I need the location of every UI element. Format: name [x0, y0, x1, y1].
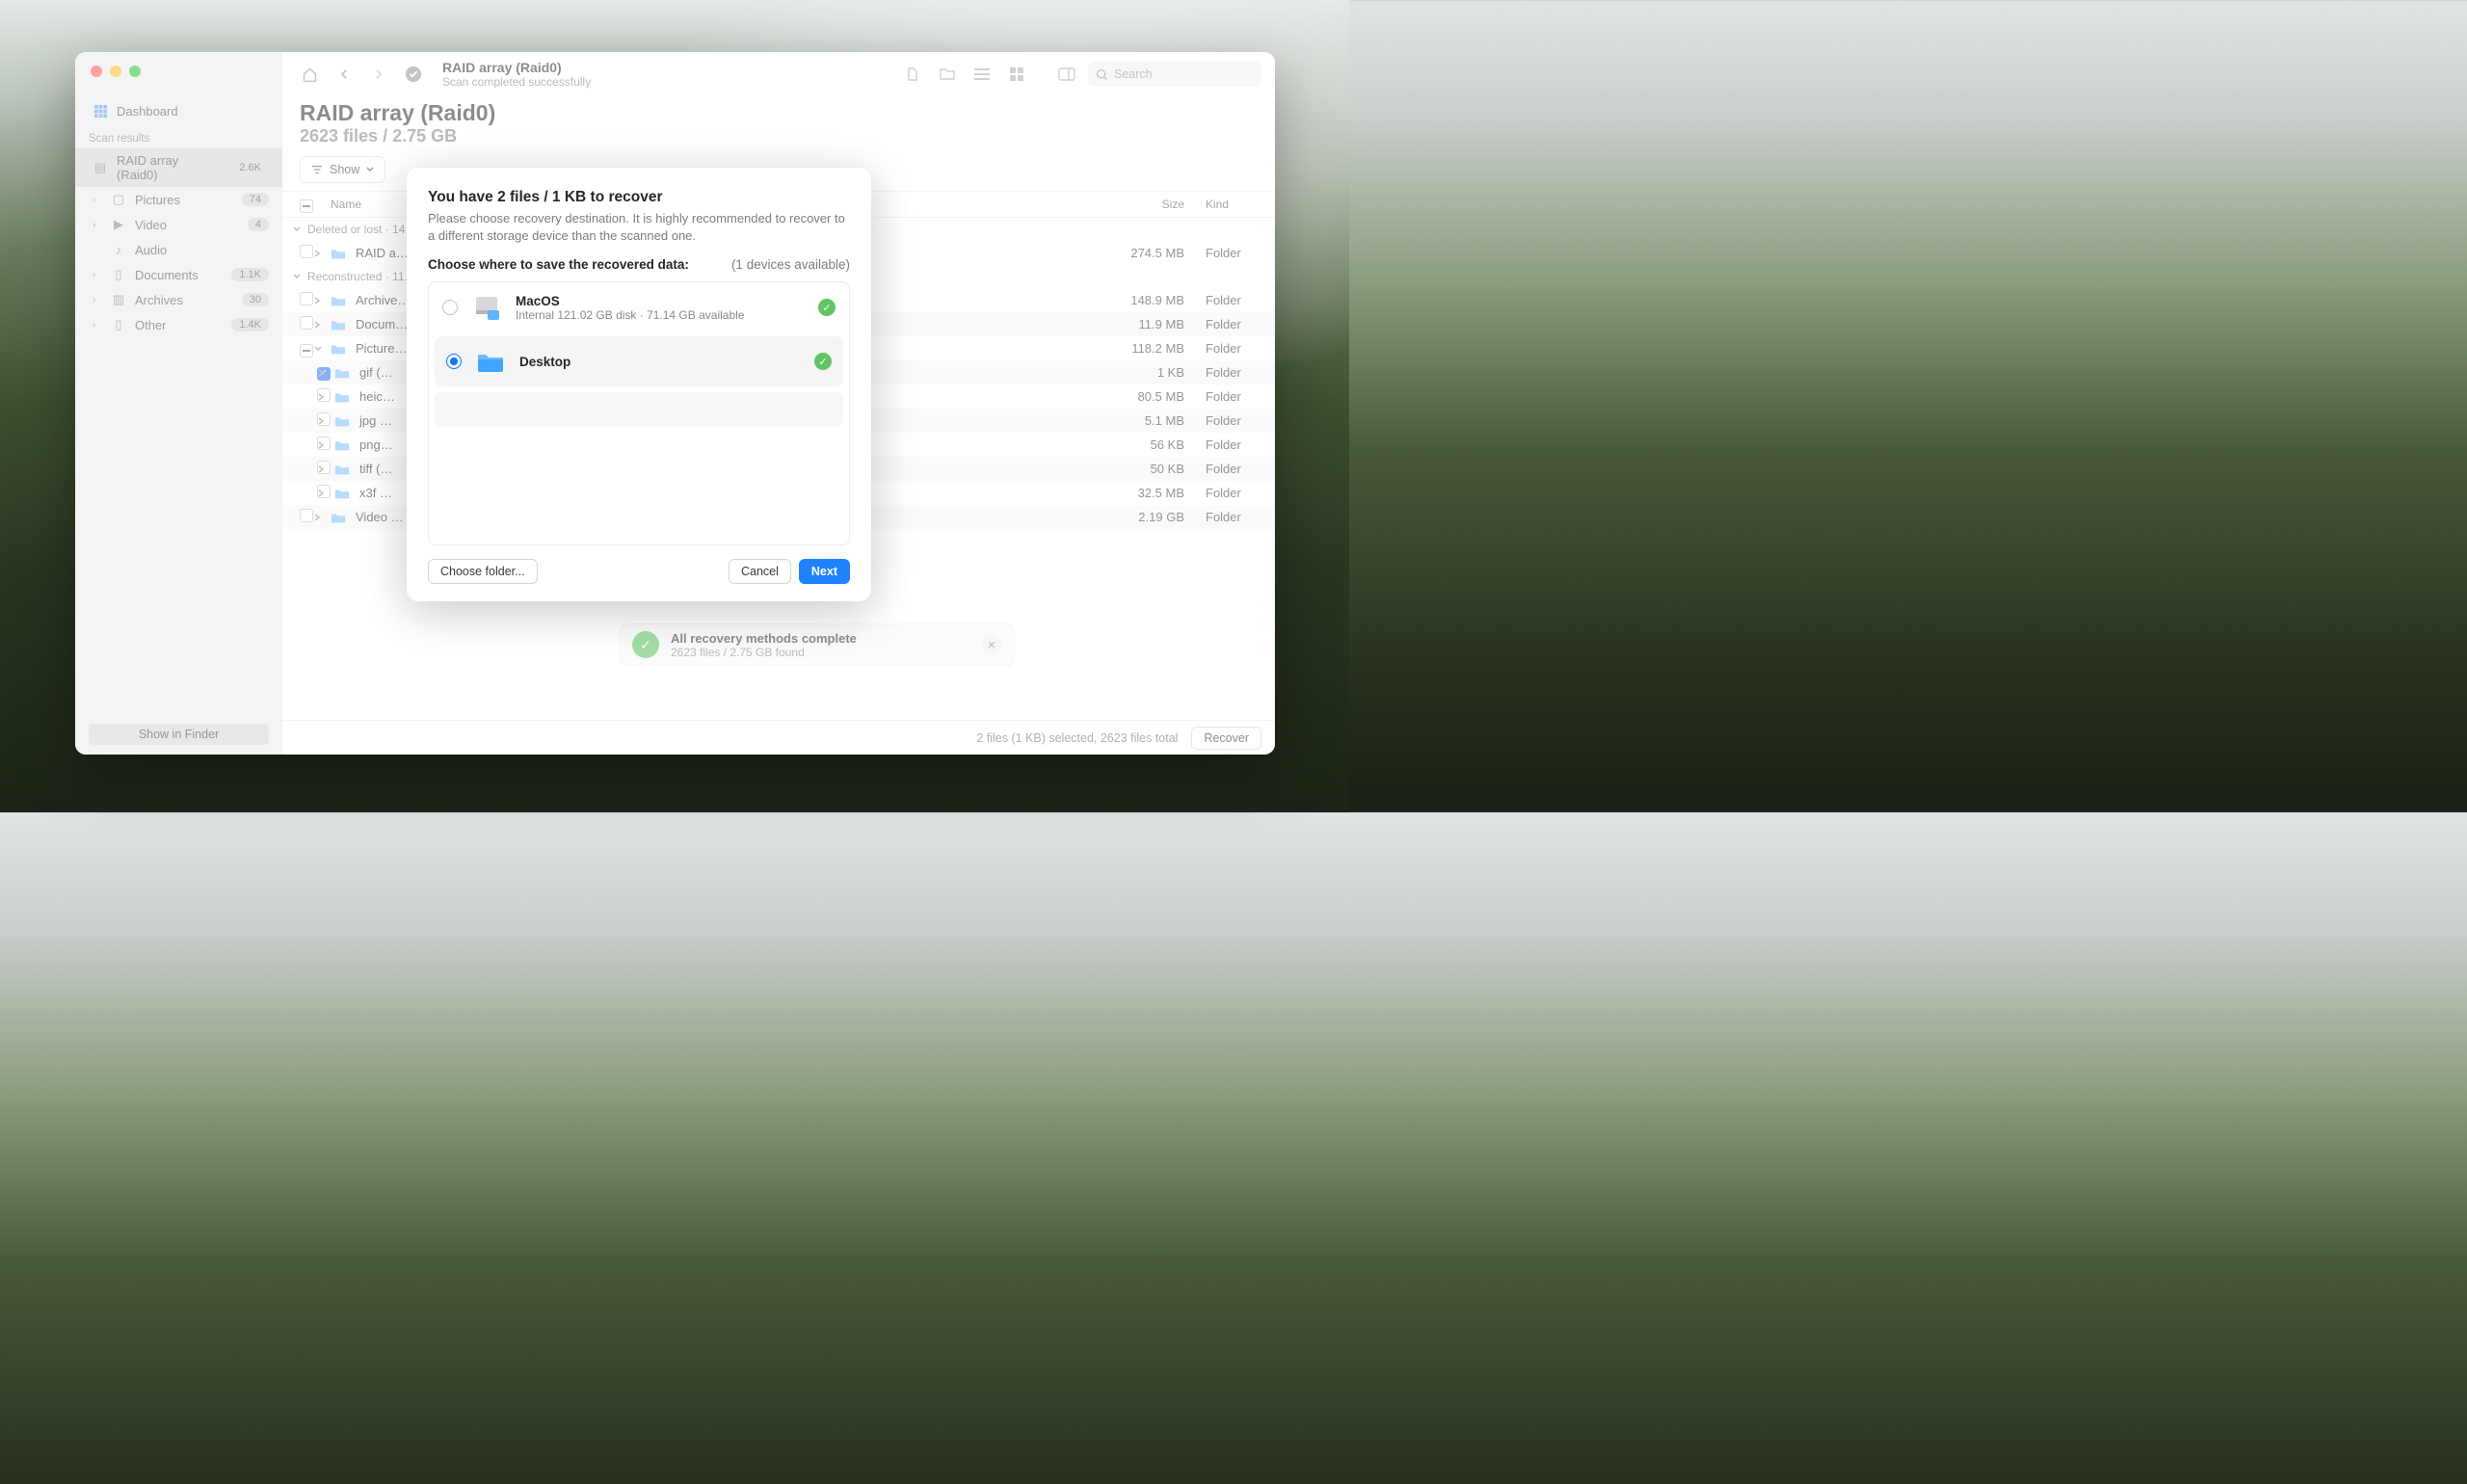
check-icon: ✓ [814, 353, 832, 370]
destination-detail: Internal 121.02 GB disk · 71.14 GB avail… [516, 308, 744, 322]
next-button[interactable]: Next [799, 559, 850, 584]
destination-list-footer-area [435, 392, 843, 427]
devices-available: (1 devices available) [731, 257, 850, 272]
radio-unselected[interactable] [442, 300, 458, 315]
modal-description: Please choose recovery destination. It i… [428, 210, 850, 244]
modal-subheading: Choose where to save the recovered data:… [428, 257, 850, 272]
destination-name: Desktop [519, 355, 570, 369]
destination-name: MacOS [516, 294, 744, 308]
destination-list: MacOS Internal 121.02 GB disk · 71.14 GB… [428, 281, 850, 545]
choose-folder-button[interactable]: Choose folder... [428, 559, 538, 584]
modal-actions: Choose folder... Cancel Next [428, 559, 850, 584]
folder-icon [475, 346, 506, 377]
modal-subhead-text: Choose where to save the recovered data: [428, 257, 689, 272]
internal-disk-icon [471, 292, 502, 323]
modal-title: You have 2 files / 1 KB to recover [428, 189, 850, 206]
recovery-destination-modal: You have 2 files / 1 KB to recover Pleas… [407, 168, 871, 601]
check-icon: ✓ [818, 299, 836, 316]
cancel-button[interactable]: Cancel [729, 559, 791, 584]
destination-macos[interactable]: MacOS Internal 121.02 GB disk · 71.14 GB… [429, 282, 849, 332]
radio-selected[interactable] [446, 354, 462, 369]
destination-desktop[interactable]: Desktop ✓ [435, 336, 843, 386]
